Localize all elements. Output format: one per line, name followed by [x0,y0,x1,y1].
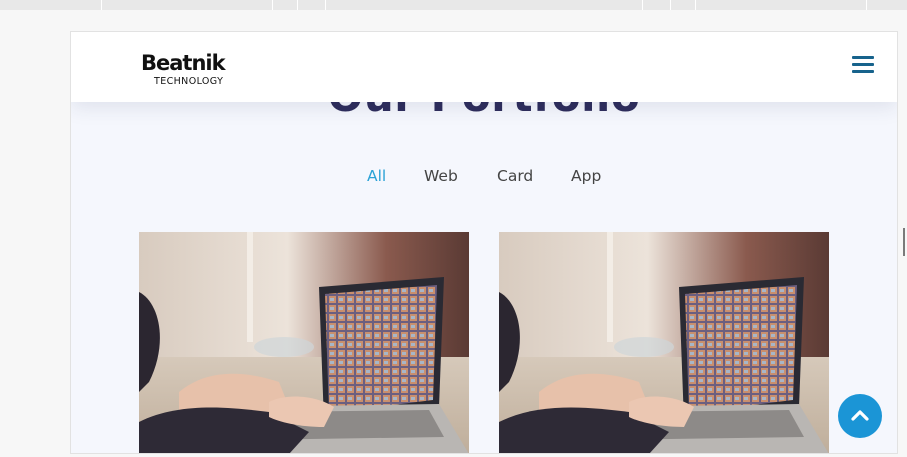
strip-divider [272,0,273,10]
portfolio-item[interactable] [499,232,829,453]
strip-divider [297,0,298,10]
filter-app[interactable]: App [571,167,601,185]
portfolio-item[interactable] [139,232,469,453]
hamburger-bar [852,63,874,66]
filter-web[interactable]: Web [424,167,458,185]
strip-divider [866,0,867,10]
parent-frame-strip [0,0,907,10]
portfolio-filters: All Web Card App [71,167,897,187]
chevron-up-icon [851,410,869,421]
hamburger-icon[interactable] [852,56,874,74]
filter-card[interactable]: Card [497,167,533,185]
strip-divider [670,0,671,10]
scrollbar-thumb[interactable] [903,228,905,256]
strip-divider [642,0,643,10]
laptop-photo [139,232,469,453]
strip-divider [101,0,102,10]
hamburger-bar [852,70,874,73]
strip-divider [695,0,696,10]
hamburger-bar [852,56,874,59]
site-frame: Our Portfolio Beatnik TECHNOLOGY All Web… [70,31,898,454]
brand-name: Beatnik [141,51,226,75]
filter-all[interactable]: All [367,167,386,185]
brand-logo[interactable]: Beatnik TECHNOLOGY [141,51,231,89]
brand-tagline: TECHNOLOGY [154,76,224,87]
scroll-to-top-button[interactable] [838,394,882,438]
navbar: Beatnik TECHNOLOGY [71,32,897,102]
strip-divider [325,0,326,10]
laptop-photo [499,232,829,453]
